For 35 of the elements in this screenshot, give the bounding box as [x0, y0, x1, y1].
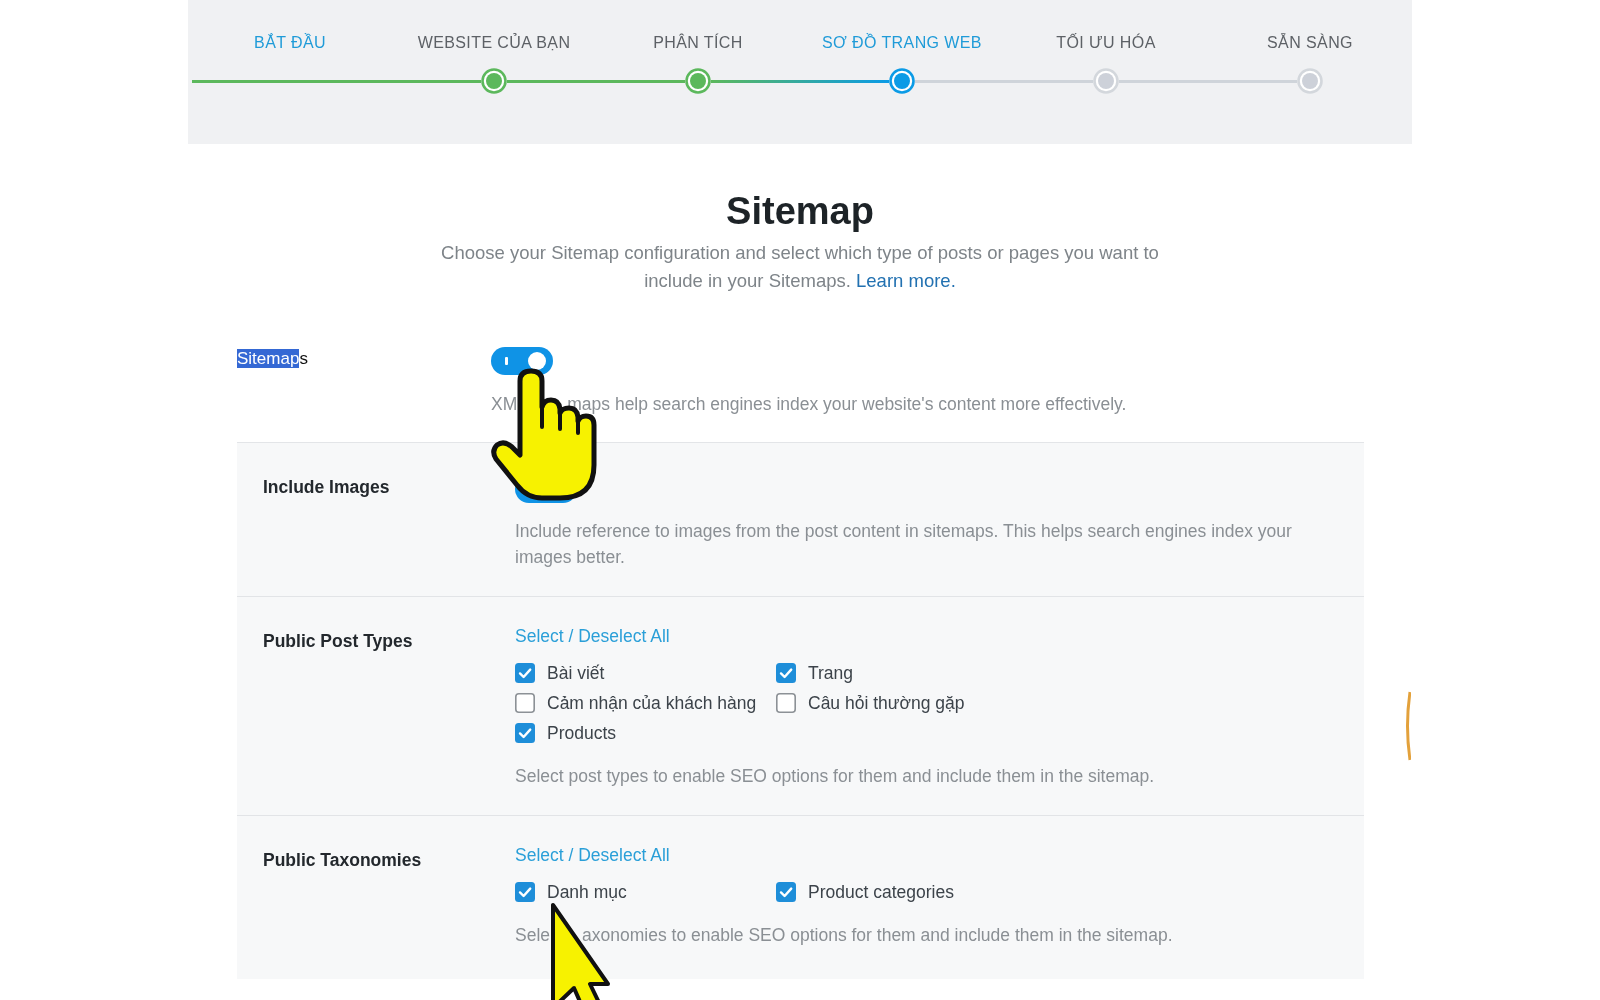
select-all-link[interactable]: Select / Deselect All: [515, 844, 670, 866]
step-label: TỐI ƯU HÓA: [1056, 33, 1156, 53]
checkbox-label: Câu hỏi thường gặp: [808, 692, 965, 714]
checkbox-label: Products: [547, 722, 617, 744]
description-text: Include reference to images from the post content in sitemaps. This helps search engines index your images better.: [515, 521, 1292, 567]
page-description: Choose your Sitemap configuration and select which type of posts or pages you want to include in your Sitemaps. Learn more.: [440, 241, 1160, 293]
setting-label: Sitemaps: [237, 348, 308, 370]
checkbox-label: Bài viết: [547, 662, 605, 684]
checkbox-label: Danh mục: [547, 881, 627, 903]
description-text: axonomies to enable SEO options for them and include them in the sitemap.: [582, 925, 1173, 945]
checkbox-label: Trang: [808, 662, 854, 684]
setting-label: Public Taxonomies: [263, 849, 422, 871]
step-label: WEBSITE CỦA BẠN: [417, 33, 571, 53]
step-label[interactable]: BẮT ĐẦU: [254, 33, 326, 53]
description-text: Select post types to enable SEO options for them and include them in the sitemap.: [515, 766, 1155, 786]
learn-more-link[interactable]: Learn more.: [856, 270, 956, 291]
step-label: SẴN SÀNG: [1267, 33, 1353, 53]
setting-label: Include Images: [263, 476, 390, 498]
description-text: XM: [491, 394, 518, 414]
step-label: PHÂN TÍCH: [653, 33, 743, 53]
checkbox[interactable]: [515, 882, 535, 902]
checkbox[interactable]: [515, 693, 535, 713]
checkbox[interactable]: [776, 882, 796, 902]
toggle-switch[interactable]: [491, 347, 553, 375]
checkbox[interactable]: [776, 663, 796, 683]
checkbox-label: Cảm nhận của khách hàng: [547, 692, 757, 714]
description-text: Sele: [515, 925, 551, 945]
select-all-link[interactable]: Select / Deselect All: [515, 625, 670, 647]
checkbox[interactable]: [515, 723, 535, 743]
page-title: Sitemap: [725, 189, 875, 234]
checkbox-label: Product categories: [808, 881, 954, 903]
step-label: SƠ ĐỒ TRANG WEB: [822, 33, 982, 53]
checkbox[interactable]: [515, 663, 535, 683]
setting-label: Public Post Types: [263, 630, 413, 652]
checkbox[interactable]: [776, 693, 796, 713]
